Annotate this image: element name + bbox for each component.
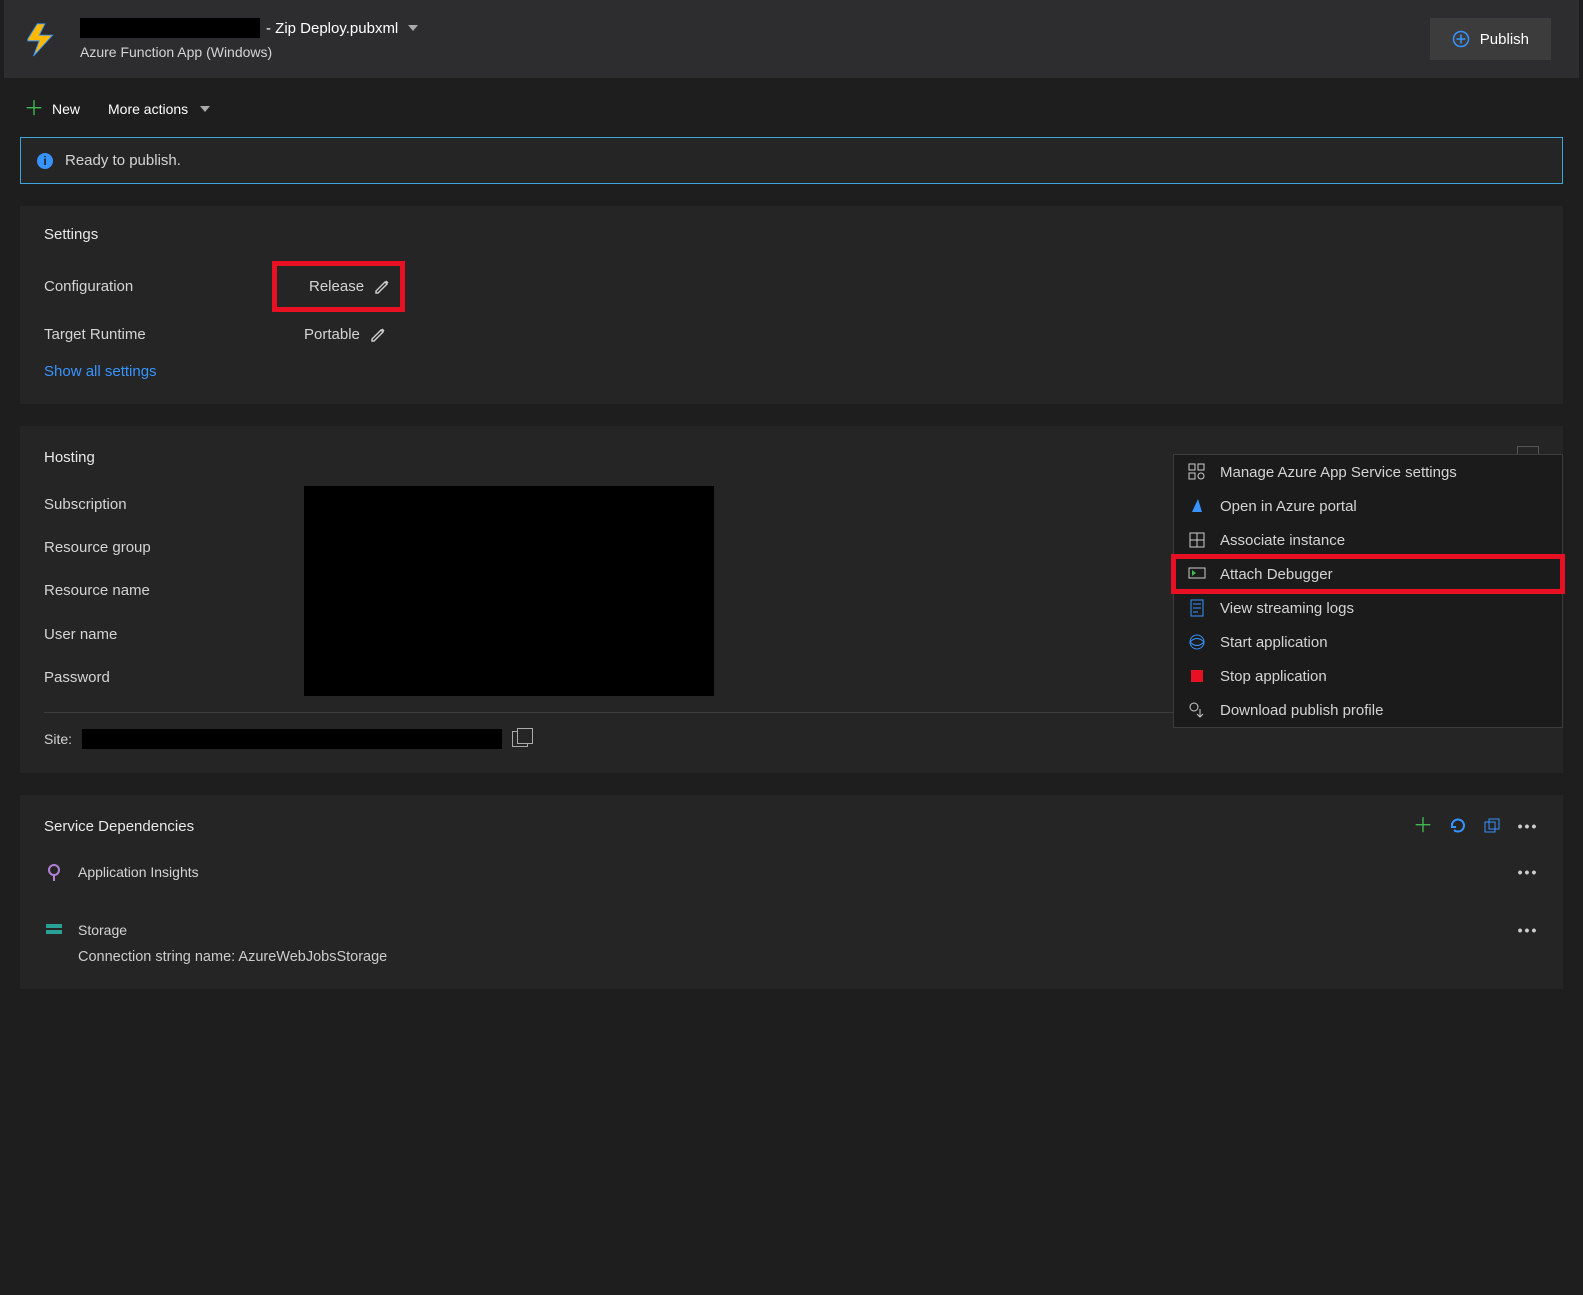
settings-title: Settings [44,226,1539,243]
show-all-settings-link[interactable]: Show all settings [44,363,1539,380]
ctx-label: Stop application [1220,668,1327,685]
app-insights-more-button[interactable]: ••• [1517,861,1539,883]
more-actions-dropdown[interactable]: More actions [108,101,210,117]
publish-button[interactable]: Publish [1430,18,1551,60]
dependency-app-insights: Application Insights ••• [44,861,1539,883]
plus-icon: ＋ [24,99,44,119]
copy-site-url-button[interactable] [512,731,528,747]
settings-panel: Settings Configuration Release Target Ru… [20,206,1563,404]
hosting-title: Hosting [44,449,95,466]
ctx-label: Start application [1220,634,1328,651]
target-runtime-value: Portable [304,326,360,343]
status-bar: i Ready to publish. [20,137,1563,184]
status-text: Ready to publish. [65,152,181,169]
configuration-value: Release [309,278,364,295]
azure-functions-icon [24,20,62,58]
ctx-view-streaming-logs[interactable]: View streaming logs [1174,591,1562,625]
more-actions-label: More actions [108,101,188,117]
ctx-stop-application[interactable]: Stop application [1174,659,1562,693]
redacted-site-url [82,729,502,749]
ctx-manage-app-settings[interactable]: Manage Azure App Service settings [1174,455,1562,489]
site-label: Site: [44,731,72,747]
configuration-label: Configuration [44,278,304,295]
ctx-attach-debugger[interactable]: Attach Debugger [1174,557,1562,591]
log-file-icon [1188,599,1206,617]
storage-connection-string: Connection string name: AzureWebJobsStor… [78,949,1539,965]
publish-header: - Zip Deploy.pubxml Azure Function App (… [4,0,1579,81]
redacted-profile-name [80,18,260,38]
redacted-hosting-values [304,486,714,696]
storage-icon [44,920,64,940]
chevron-down-icon [200,106,210,112]
password-label: Password [44,669,304,686]
download-gear-icon [1188,701,1206,719]
publish-toolbar: ＋ New More actions [4,81,1579,137]
app-insights-icon [44,862,64,882]
edit-configuration-button[interactable] [374,279,390,295]
app-insights-label: Application Insights [78,864,199,880]
ctx-download-publish-profile[interactable]: Download publish profile [1174,693,1562,727]
info-icon: i [37,153,53,169]
ctx-label: Manage Azure App Service settings [1220,464,1457,481]
user-name-label: User name [44,626,304,643]
storage-more-button[interactable]: ••• [1517,919,1539,941]
ctx-label: Attach Debugger [1220,566,1333,583]
new-label: New [52,101,80,117]
target-runtime-label: Target Runtime [44,326,304,343]
hosting-panel: Hosting ••• Manage Azure App Service set… [20,426,1563,773]
hosting-context-menu: Manage Azure App Service settings Open i… [1173,454,1563,728]
dependencies-title: Service Dependencies [44,818,194,835]
publish-upload-icon [1452,30,1470,48]
new-profile-button[interactable]: ＋ New [24,99,80,119]
add-dependency-button[interactable]: ＋ [1413,816,1433,836]
ctx-label: Download publish profile [1220,702,1383,719]
globe-start-icon [1188,633,1206,651]
resource-name-label: Resource name [44,582,304,599]
profile-subtitle: Azure Function App (Windows) [80,44,1412,60]
storage-label: Storage [78,922,127,938]
globe-grid-icon [1188,531,1206,549]
ctx-associate-instance[interactable]: Associate instance [1174,523,1562,557]
ctx-start-application[interactable]: Start application [1174,625,1562,659]
publish-button-label: Publish [1480,31,1529,48]
azure-icon [1188,497,1206,515]
stop-icon [1188,667,1206,685]
dependency-storage: Storage ••• [44,919,1539,941]
refresh-dependencies-button[interactable] [1449,817,1467,835]
ctx-label: Associate instance [1220,532,1345,549]
edit-target-runtime-button[interactable] [370,327,386,343]
settings-grid-icon [1188,463,1206,481]
profile-suffix: - Zip Deploy.pubxml [266,20,398,37]
configuration-value-highlight: Release [272,261,405,312]
subscription-label: Subscription [44,496,304,513]
service-dependencies-panel: Service Dependencies ＋ ••• Application I… [20,795,1563,989]
monitor-play-icon [1188,565,1206,583]
chevron-down-icon [408,25,418,31]
ctx-label: View streaming logs [1220,600,1354,617]
restore-dependencies-button[interactable] [1483,817,1501,835]
dependencies-more-button[interactable]: ••• [1517,815,1539,837]
publish-profile-dropdown[interactable]: - Zip Deploy.pubxml [80,18,1412,38]
ctx-label: Open in Azure portal [1220,498,1357,515]
ctx-open-azure-portal[interactable]: Open in Azure portal [1174,489,1562,523]
resource-group-label: Resource group [44,539,304,556]
